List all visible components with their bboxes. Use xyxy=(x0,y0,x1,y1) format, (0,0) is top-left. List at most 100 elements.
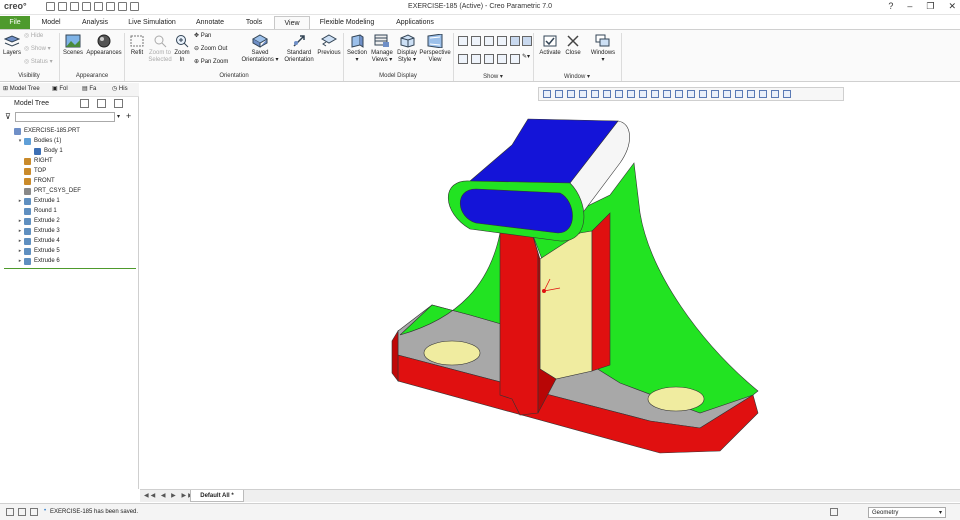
part-model[interactable] xyxy=(140,83,960,489)
tab-view[interactable]: View xyxy=(274,16,310,29)
tab-flexible-modeling[interactable]: Flexible Modeling xyxy=(316,16,378,29)
tree-item[interactable]: PRT_CSYS_DEF xyxy=(0,186,139,196)
pan-zoom-icon: ⊕ xyxy=(194,59,200,65)
point-tag-display-icon[interactable] xyxy=(484,54,494,64)
tab-favorites[interactable]: ▤ Fa xyxy=(82,85,96,92)
tree-item[interactable]: ▸ Extrude 5 xyxy=(0,246,139,256)
separator xyxy=(621,33,622,81)
scenes-button[interactable]: Scenes xyxy=(62,34,84,57)
tree-item[interactable]: RIGHT xyxy=(0,156,139,166)
minimize-button[interactable]: – xyxy=(907,1,912,12)
selection-filter-select[interactable]: Geometry ▾ xyxy=(868,507,946,518)
tree-item[interactable]: ▾ Bodies (1) xyxy=(0,136,139,146)
filter-icon[interactable]: ⊽ xyxy=(5,112,11,121)
csys-display-icon[interactable] xyxy=(497,36,507,46)
tree-item[interactable]: FRONT xyxy=(0,176,139,186)
tree-item[interactable]: ▸ Extrude 3 xyxy=(0,226,139,236)
show-button[interactable]: ◎ Show ▾ xyxy=(24,46,51,53)
status-button[interactable]: ◎ Status ▾ xyxy=(24,59,53,66)
csys-tag-display-icon[interactable] xyxy=(497,54,507,64)
center-display-icon[interactable] xyxy=(510,54,520,64)
hide-button[interactable]: ◎ Hide xyxy=(24,33,43,40)
base-end-face xyxy=(391,329,399,382)
maximize-button[interactable]: ❐ xyxy=(926,1,934,12)
expand-toggle-icon[interactable]: ▸ xyxy=(16,196,24,206)
expand-toggle-icon[interactable]: ▾ xyxy=(16,136,24,146)
tab-history[interactable]: ◷ His xyxy=(112,85,128,92)
tab-file[interactable]: File xyxy=(0,16,30,29)
expand-toggle-icon[interactable]: ▸ xyxy=(16,236,24,246)
tab-model[interactable]: Model xyxy=(36,16,66,29)
group-orientation: Orientation xyxy=(219,73,249,79)
tree-item[interactable]: Body 1 xyxy=(0,146,139,156)
tab-model-tree[interactable]: ⊞ Model Tree xyxy=(3,85,40,92)
show-more-icon[interactable]: ✎▾ xyxy=(522,54,530,61)
tab-folder-browser[interactable]: ▣ Fol xyxy=(52,85,68,92)
close-icon xyxy=(567,35,579,47)
plane-tag-display-icon[interactable] xyxy=(510,36,520,46)
close-window-button[interactable]: Close xyxy=(564,34,582,57)
pan-zoom-button[interactable]: ⊕ Pan Zoom xyxy=(194,59,228,66)
pan-button[interactable]: ✥ Pan xyxy=(194,33,211,40)
perspective-view-button[interactable]: Perspective View xyxy=(419,34,451,64)
tree-settings-icon[interactable] xyxy=(80,99,89,108)
zoom-out-button[interactable]: ⊖ Zoom Out xyxy=(194,46,227,53)
tree-toggle-icon[interactable] xyxy=(30,508,38,516)
saved-orientations-button[interactable]: Saved Orientations ▾ xyxy=(240,34,280,64)
close-button[interactable]: ✕ xyxy=(948,1,956,12)
tab-default-all[interactable]: Default All * xyxy=(190,490,244,502)
activate-button[interactable]: Activate xyxy=(537,34,563,57)
tree-item[interactable]: ▸ Extrude 1 xyxy=(0,196,139,206)
expand-toggle-icon[interactable]: ▸ xyxy=(16,216,24,226)
status-bar: • EXERCISE-185 has been saved. Geometry ▾ xyxy=(0,503,960,520)
manage-views-button[interactable]: Manage Views ▾ xyxy=(370,34,394,64)
point-display-icon[interactable] xyxy=(484,36,494,46)
appearances-button[interactable]: Appearances xyxy=(86,34,122,57)
tab-tools[interactable]: Tools xyxy=(240,16,268,29)
expand-toggle-icon[interactable]: ▸ xyxy=(16,256,24,266)
display-style-button[interactable]: Display Style ▾ xyxy=(396,34,418,64)
tree-item[interactable]: EXERCISE-185.PRT xyxy=(0,126,139,136)
graphics-window[interactable] xyxy=(140,83,960,489)
add-column-icon[interactable]: + xyxy=(126,111,131,121)
tree-item-label: FRONT xyxy=(34,178,55,184)
tab-applications[interactable]: Applications xyxy=(390,16,440,29)
manage-views-icon xyxy=(374,34,389,47)
tree-item-label: Extrude 5 xyxy=(34,248,60,254)
spin-center-display-icon[interactable] xyxy=(458,54,468,64)
info-icon: • xyxy=(44,508,47,514)
zoom-in-button[interactable]: Zoom In xyxy=(174,34,190,64)
standard-orientation-button[interactable]: Standard Orientation xyxy=(283,34,315,64)
body-icon xyxy=(34,148,41,155)
windows-button[interactable]: Windows ▾ xyxy=(588,34,618,64)
tab-analysis[interactable]: Analysis xyxy=(78,16,112,29)
help-icon[interactable]: ? xyxy=(888,1,893,12)
tab-annotate[interactable]: Annotate xyxy=(192,16,228,29)
tree-filter-input[interactable] xyxy=(15,112,115,122)
refit-button[interactable]: Refit xyxy=(127,34,147,57)
zoom-to-selected-button[interactable]: Zoom to Selected xyxy=(148,34,172,64)
previous-button[interactable]: Previous xyxy=(317,34,341,57)
plane-display-icon[interactable] xyxy=(458,36,468,46)
tree-item[interactable]: TOP xyxy=(0,166,139,176)
tree-item[interactable]: ▸ Extrude 2 xyxy=(0,216,139,226)
layers-button[interactable]: Layers xyxy=(2,34,22,57)
tree-item[interactable]: Round 1 xyxy=(0,206,139,216)
graphics-toggle-icon[interactable] xyxy=(18,508,26,516)
annotation-display-icon[interactable] xyxy=(471,54,481,64)
section-button[interactable]: Section ▾ xyxy=(346,34,368,64)
filter-dropdown-icon[interactable]: ▾ xyxy=(117,113,120,120)
expand-toggle-icon[interactable]: ▸ xyxy=(16,246,24,256)
tree-item-label: EXERCISE-185.PRT xyxy=(24,128,80,134)
tab-live-simulation[interactable]: Live Simulation xyxy=(124,16,180,29)
message-log-icon[interactable] xyxy=(6,508,14,516)
tree-columns-icon[interactable] xyxy=(97,99,106,108)
axis-display-icon[interactable] xyxy=(471,36,481,46)
tree-show-icon[interactable] xyxy=(114,99,123,108)
tree-item[interactable]: ▸ Extrude 6 xyxy=(0,256,139,266)
status-message: EXERCISE-185 has been saved. xyxy=(50,509,139,515)
tree-item[interactable]: ▸ Extrude 4 xyxy=(0,236,139,246)
axis-tag-display-icon[interactable] xyxy=(522,36,532,46)
find-icon[interactable] xyxy=(830,508,838,516)
expand-toggle-icon[interactable]: ▸ xyxy=(16,226,24,236)
